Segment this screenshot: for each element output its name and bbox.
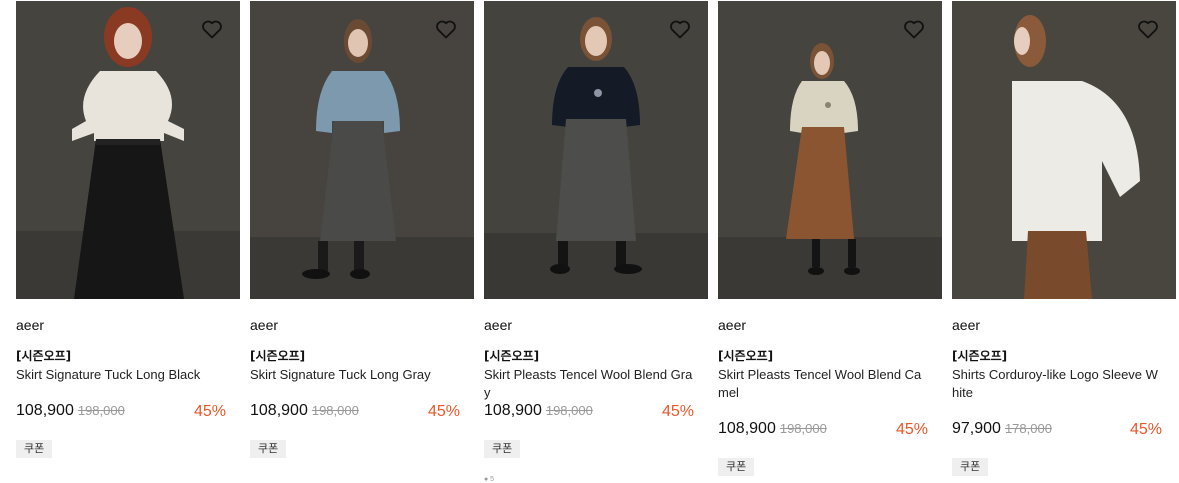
discount-rate: 45%	[895, 421, 928, 438]
product-card[interactable]: aeer [시즌오프] Shirts Corduroy-like Logo Sl…	[952, 0, 1176, 483]
discount-rate: 45%	[193, 403, 226, 420]
sale-price: 97,900	[952, 420, 1001, 437]
wishlist-heart-icon[interactable]	[1136, 17, 1160, 41]
product-name[interactable]: Skirt Signature Tuck Long Gray	[250, 366, 462, 384]
wishlist-heart-icon[interactable]	[902, 17, 926, 41]
season-off-tag: [시즌오프]	[718, 349, 774, 363]
product-grid: aeer [시즌오프] Skirt Signature Tuck Long Bl…	[0, 0, 1179, 483]
brand-name[interactable]: aeer	[484, 317, 512, 333]
discount-rate: 45%	[1129, 421, 1162, 438]
discount-rate: 45%	[661, 403, 694, 420]
coupon-badge: 쿠폰	[718, 458, 755, 476]
coupon-badge: 쿠폰	[16, 440, 53, 458]
season-off-tag: [시즌오프]	[484, 349, 540, 363]
sale-price: 108,900	[16, 402, 74, 419]
season-off-tag: [시즌오프]	[250, 349, 306, 363]
original-price: 198,000	[545, 403, 593, 418]
coupon-badge: 쿠폰	[250, 440, 287, 458]
original-price: 178,000	[1004, 421, 1052, 436]
sale-price: 108,900	[484, 402, 542, 419]
discount-rate: 45%	[427, 403, 460, 420]
product-photo[interactable]	[718, 1, 942, 299]
product-photo[interactable]	[250, 1, 474, 299]
product-card[interactable]: aeer [시즌오프] Skirt Signature Tuck Long Gr…	[250, 0, 474, 483]
price-row: 108,900 198,000 45%	[718, 420, 930, 442]
coupon-badge: 쿠폰	[952, 458, 989, 476]
sale-price: 108,900	[718, 420, 776, 437]
product-name[interactable]: Shirts Corduroy-like Logo Sleeve White	[952, 366, 1164, 402]
wishlist-heart-icon[interactable]	[434, 17, 458, 41]
original-price: 198,000	[779, 421, 827, 436]
brand-name[interactable]: aeer	[250, 317, 278, 333]
price-row: 97,900 178,000 45%	[952, 420, 1164, 442]
price-row: 108,900 198,000 45%	[484, 402, 696, 424]
product-card[interactable]: aeer [시즌오프] Skirt Pleasts Tencel Wool Bl…	[718, 0, 942, 483]
season-off-tag: [시즌오프]	[16, 349, 72, 363]
product-photo[interactable]	[952, 1, 1176, 299]
coupon-badge: 쿠폰	[484, 440, 521, 458]
product-card[interactable]: aeer [시즌오프] Skirt Pleasts Tencel Wool Bl…	[484, 0, 708, 483]
sale-price: 108,900	[250, 402, 308, 419]
brand-name[interactable]: aeer	[718, 317, 746, 333]
brand-name[interactable]: aeer	[16, 317, 44, 333]
product-name[interactable]: Skirt Pleasts Tencel Wool Blend Camel	[718, 366, 930, 402]
price-row: 108,900 198,000 45%	[16, 402, 228, 424]
review-count-hint: ● 5	[484, 476, 495, 483]
brand-name[interactable]: aeer	[952, 317, 980, 333]
wishlist-heart-icon[interactable]	[200, 17, 224, 41]
original-price: 198,000	[77, 403, 125, 418]
product-card[interactable]: aeer [시즌오프] Skirt Signature Tuck Long Bl…	[16, 0, 240, 483]
wishlist-heart-icon[interactable]	[668, 17, 692, 41]
season-off-tag: [시즌오프]	[952, 349, 1008, 363]
original-price: 198,000	[311, 403, 359, 418]
product-name[interactable]: Skirt Pleasts Tencel Wool Blend Gray	[484, 366, 696, 402]
product-photo[interactable]	[16, 1, 240, 299]
product-name[interactable]: Skirt Signature Tuck Long Black	[16, 366, 228, 384]
price-row: 108,900 198,000 45%	[250, 402, 462, 424]
product-photo[interactable]	[484, 1, 708, 299]
